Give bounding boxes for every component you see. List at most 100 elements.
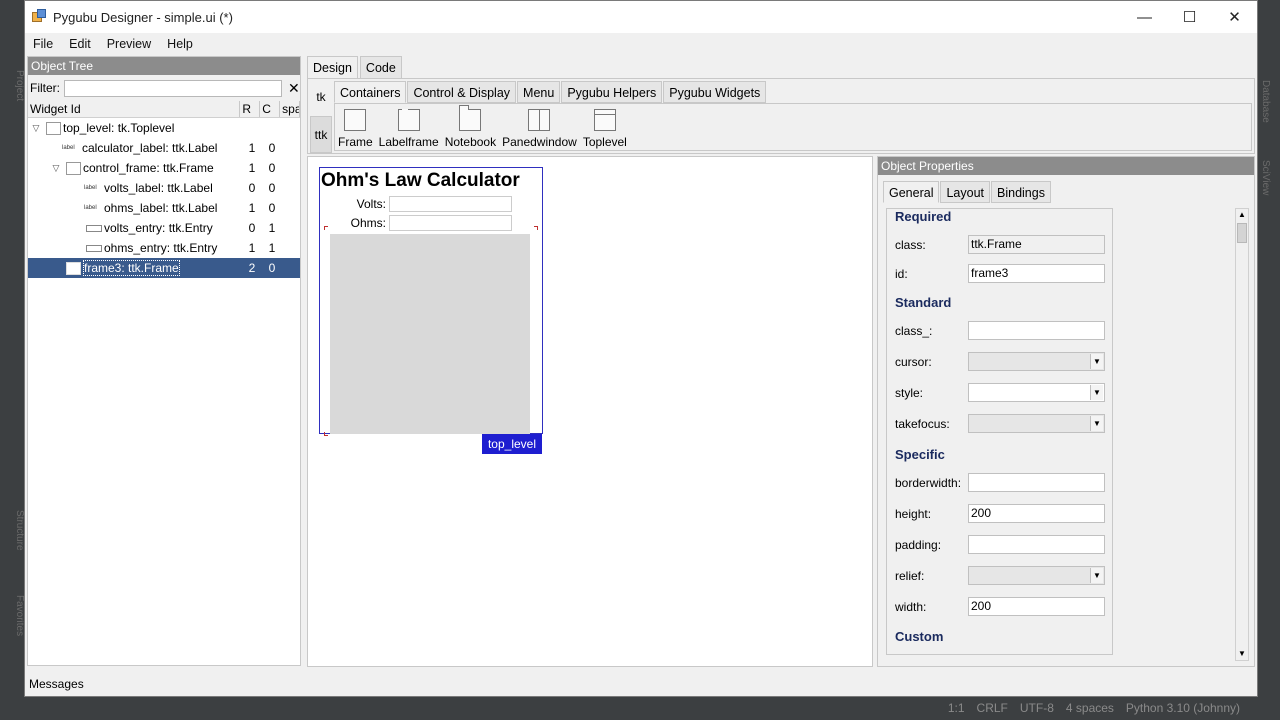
preview-volts-row: Volts: — [350, 196, 512, 212]
prop-class_-field[interactable] — [968, 321, 1105, 340]
tree-row-frame3[interactable]: frame3: ttk.Frame 2 0 — [28, 258, 300, 278]
tree-row-volts-entry[interactable]: volts_entry: ttk.Entry 0 1 — [28, 218, 300, 238]
prop-width-field[interactable]: 200 — [968, 597, 1105, 616]
prop-padding-field[interactable] — [968, 535, 1105, 554]
app-icon — [31, 9, 47, 25]
chevron-down-icon[interactable]: ▼ — [1090, 416, 1103, 431]
tree-row-top-level[interactable]: ▽ top_level: tk.Toplevel — [28, 118, 300, 138]
prop-borderwidth-field[interactable] — [968, 473, 1105, 492]
palette-panedwindow-button[interactable]: Panedwindow — [502, 104, 577, 150]
column-column[interactable]: C — [260, 101, 281, 117]
widget-palette: tk ttk Containers Control & Display Menu… — [307, 78, 1255, 154]
toplevel-preview[interactable]: Ohm's Law Calculator Volts: Ohms: top_le… — [319, 167, 543, 454]
properties-form: Required class: ttk.Frame id: frame3 Sta… — [886, 208, 1113, 655]
ide-status-encoding[interactable]: UTF-8 — [1020, 701, 1054, 715]
palette-tab-pygubu-helpers[interactable]: Pygubu Helpers — [561, 81, 663, 103]
chevron-down-icon[interactable]: ▼ — [1090, 354, 1103, 369]
palette-tk-tab[interactable]: tk — [310, 79, 332, 116]
ide-sciview-tab[interactable]: SciView — [1260, 160, 1271, 195]
selection-handle — [324, 226, 328, 230]
palette-toplevel-button[interactable]: Toplevel — [583, 104, 627, 150]
tab-bindings[interactable]: Bindings — [991, 181, 1051, 203]
prop-height-field[interactable]: 200 — [968, 504, 1105, 523]
tree-row-ohms-entry[interactable]: ohms_entry: ttk.Entry 1 1 — [28, 238, 300, 258]
tree-row-control-frame[interactable]: ▽ control_frame: ttk.Frame 1 0 — [28, 158, 300, 178]
toplevel-resize-tag[interactable]: top_level — [482, 434, 542, 454]
prop-takefocus-label: takefocus: — [895, 416, 950, 431]
tab-general[interactable]: General — [883, 181, 940, 203]
ide-status-position[interactable]: 1:1 — [948, 701, 965, 715]
filter-input[interactable] — [64, 79, 282, 97]
collapse-icon[interactable]: ▽ — [30, 123, 42, 134]
ide-status-line-ending[interactable]: CRLF — [977, 701, 1008, 715]
tree-row-calculator-label[interactable]: label calculator_label: ttk.Label 1 0 — [28, 138, 300, 158]
column-row[interactable]: R — [240, 101, 261, 117]
prop-style-combo[interactable]: ▼ — [968, 383, 1105, 402]
editor-tabs: Design Code — [307, 56, 404, 78]
preview-ohms-entry[interactable] — [389, 215, 512, 231]
tab-layout[interactable]: Layout — [940, 181, 991, 203]
palette-notebook-button[interactable]: Notebook — [445, 104, 496, 150]
toplevel-icon — [46, 121, 61, 135]
title-bar[interactable]: Pygubu Designer - simple.ui (*) — ☐ ✕ — [25, 1, 1257, 33]
entry-icon — [86, 244, 102, 252]
tab-design[interactable]: Design — [307, 56, 358, 78]
minimize-button[interactable]: — — [1122, 1, 1167, 33]
prop-width-row: width: 200 — [895, 597, 1105, 616]
menu-preview[interactable]: Preview — [99, 37, 159, 51]
preview-frame3[interactable] — [330, 234, 530, 434]
menu-edit[interactable]: Edit — [61, 37, 99, 51]
palette-labelframe-button[interactable]: Labelframe — [379, 104, 439, 150]
preview-calculator-label[interactable]: Ohm's Law Calculator — [320, 168, 542, 194]
scrollbar-thumb[interactable] — [1237, 223, 1247, 243]
tree-row-value: 1 — [248, 161, 256, 175]
ide-right-strip: Database SciView — [1256, 0, 1280, 720]
filter-clear-icon[interactable]: ✕ — [288, 80, 300, 97]
prop-cursor-combo[interactable]: ▼ — [968, 352, 1105, 371]
messages-label[interactable]: Messages — [29, 677, 84, 691]
prop-takefocus-combo[interactable]: ▼ — [968, 414, 1105, 433]
chevron-down-icon[interactable]: ▼ — [1090, 385, 1103, 400]
menu-file[interactable]: File — [25, 37, 61, 51]
tree-column-value: 0 — [268, 261, 276, 275]
scroll-up-icon[interactable]: ▲ — [1236, 209, 1248, 221]
design-canvas[interactable]: Ohm's Law Calculator Volts: Ohms: top_le… — [307, 156, 873, 667]
properties-scrollbar[interactable]: ▲ ▼ — [1235, 208, 1249, 661]
palette-ttk-tab[interactable]: ttk — [310, 116, 332, 153]
menu-help[interactable]: Help — [159, 37, 201, 51]
frame-icon — [344, 109, 367, 131]
prop-cursor-row: cursor: ▼ — [895, 352, 1105, 371]
tree-item-label: volts_label: ttk.Label — [104, 181, 213, 195]
close-button[interactable]: ✕ — [1212, 1, 1257, 33]
palette-tab-pygubu-widgets[interactable]: Pygubu Widgets — [663, 81, 767, 103]
prop-id-label: id: — [895, 266, 908, 281]
section-specific: Specific — [895, 447, 945, 462]
prop-id-row: id: frame3 — [895, 264, 1105, 283]
ide-status-interpreter[interactable]: Python 3.10 (Johnny) — [1126, 701, 1240, 715]
palette-tab-containers[interactable]: Containers — [334, 81, 407, 103]
column-widget-id[interactable]: Widget Id — [28, 101, 241, 117]
tree-row-ohms-label[interactable]: label ohms_label: ttk.Label 1 0 — [28, 198, 300, 218]
preview-volts-label[interactable]: Volts: — [350, 197, 386, 211]
preview-ohms-label[interactable]: Ohms: — [350, 216, 386, 230]
ide-status-indent[interactable]: 4 spaces — [1066, 701, 1114, 715]
tab-code[interactable]: Code — [359, 56, 402, 78]
prop-id-field[interactable]: frame3 — [968, 264, 1105, 283]
palette-frame-button[interactable]: Frame — [338, 104, 373, 150]
chevron-down-icon[interactable]: ▼ — [1090, 568, 1103, 583]
preview-volts-entry[interactable] — [389, 196, 512, 212]
palette-tab-control-display[interactable]: Control & Display — [407, 81, 517, 103]
labelframe-icon — [397, 109, 420, 131]
maximize-button[interactable]: ☐ — [1167, 1, 1212, 33]
ide-database-tab[interactable]: Database — [1260, 80, 1271, 123]
prop-relief-combo[interactable]: ▼ — [968, 566, 1105, 585]
tree-row-volts-label[interactable]: label volts_label: ttk.Label 0 0 — [28, 178, 300, 198]
prop-class_-label: class_: — [895, 323, 933, 338]
palette-tab-menu[interactable]: Menu — [517, 81, 561, 103]
column-span[interactable]: spa — [280, 101, 301, 117]
object-tree-panel: Object Tree Filter: ✕ Widget Id R C spa … — [27, 56, 301, 666]
tree-row-value: 1 — [248, 141, 256, 155]
collapse-icon[interactable]: ▽ — [50, 163, 62, 174]
tree-row-value: 0 — [248, 181, 256, 195]
scroll-down-icon[interactable]: ▼ — [1236, 648, 1248, 660]
